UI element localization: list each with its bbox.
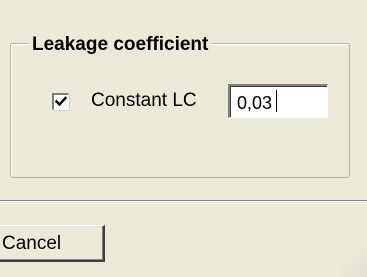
constant-lc-checkbox[interactable] bbox=[52, 93, 69, 110]
cancel-button[interactable]: Cancel bbox=[0, 225, 105, 262]
constant-lc-label[interactable]: Constant LC bbox=[91, 89, 197, 113]
constant-lc-input[interactable] bbox=[228, 84, 328, 118]
window-corner-shade bbox=[340, 235, 367, 277]
footer-separator-highlight bbox=[0, 201, 367, 202]
text-caret bbox=[276, 90, 277, 112]
checkmark-icon bbox=[54, 96, 68, 107]
dialog-window: Leakage coefficient Constant LC Cancel bbox=[0, 0, 367, 277]
groupbox-title: Leakage coefficient bbox=[28, 33, 213, 57]
cancel-button-label: Cancel bbox=[2, 233, 62, 254]
